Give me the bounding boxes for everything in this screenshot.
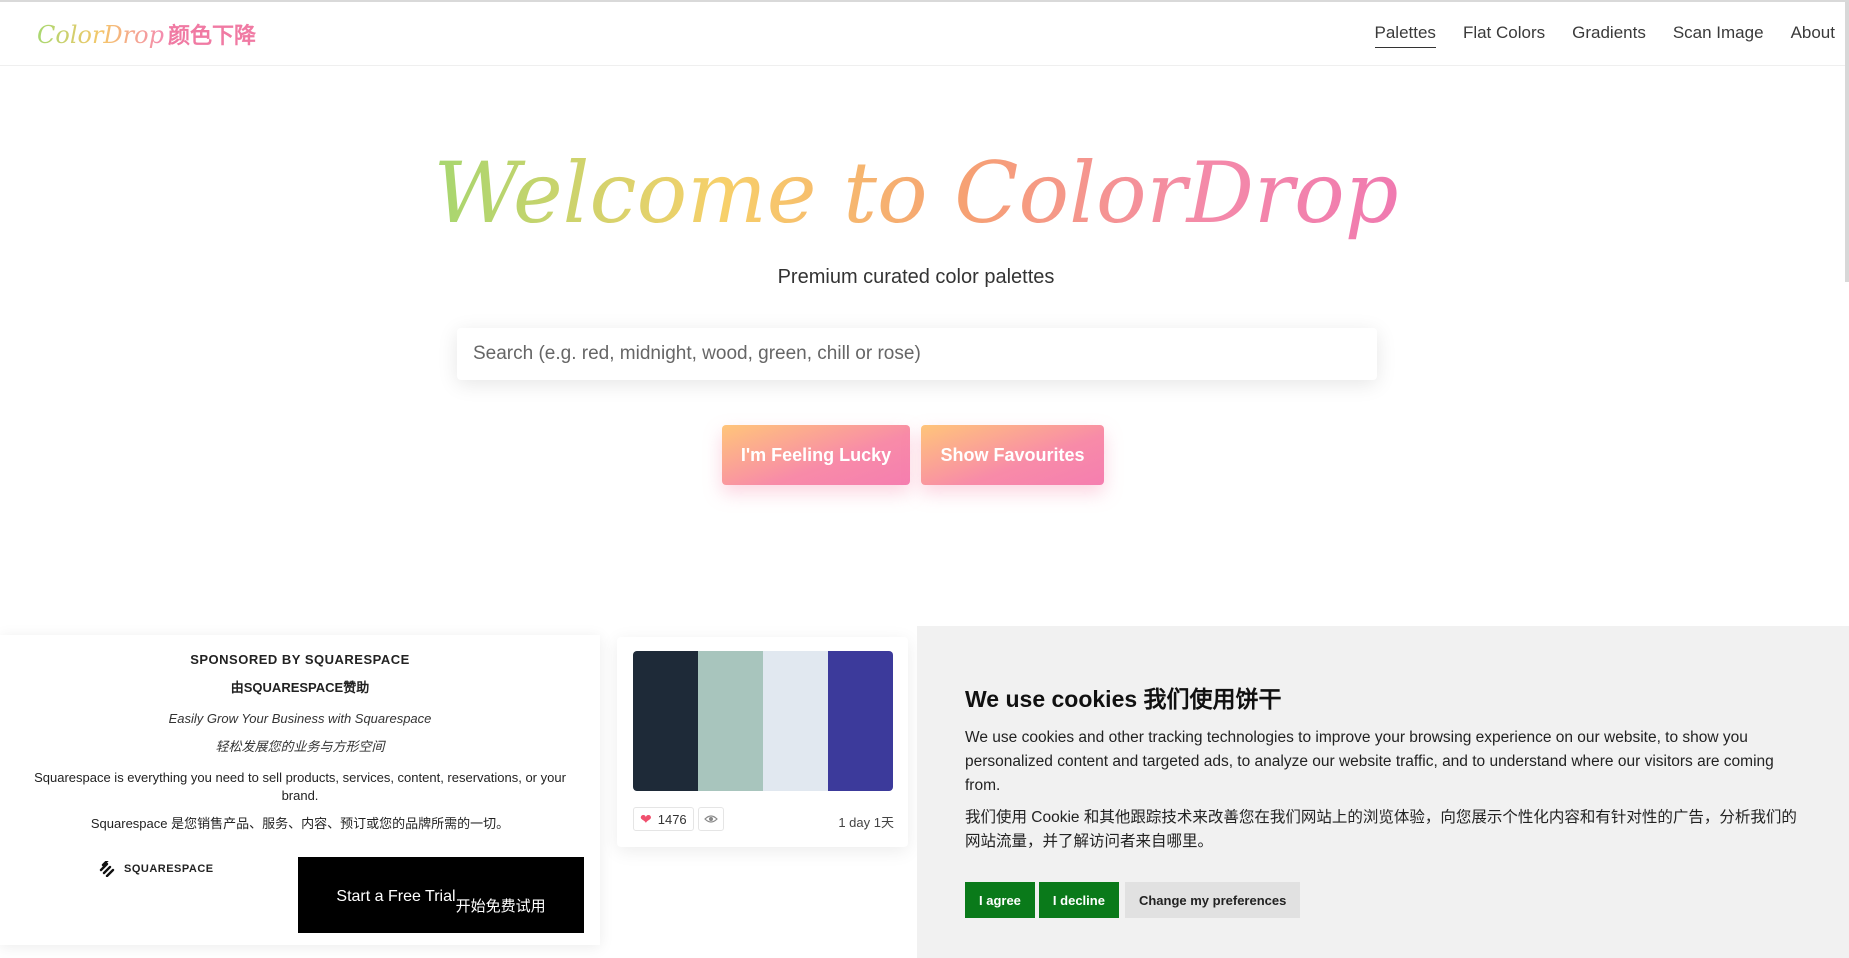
main-nav: Palettes Flat Colors Gradients Scan Imag… bbox=[1348, 23, 1835, 48]
nav-palettes[interactable]: Palettes bbox=[1374, 23, 1436, 48]
show-favourites-button[interactable]: Show Favourites bbox=[921, 425, 1104, 485]
color-swatch-4[interactable] bbox=[828, 651, 893, 791]
decline-button[interactable]: I decline bbox=[1038, 882, 1119, 918]
cookie-buttons: I agree I decline Change my preferences bbox=[965, 882, 1301, 918]
cta-label-cn: 开始免费试用 bbox=[455, 897, 546, 915]
cookie-consent-banner: We use cookies 我们使用饼干 We use cookies and… bbox=[917, 626, 1849, 958]
ad-sponsor-label-cn: 由SQUARESPACE赞助 bbox=[230, 680, 370, 695]
ad-tagline: Easily Grow Your Business with Squarespa… bbox=[168, 711, 432, 726]
ad-tagline-cn: 轻松发展您的业务与方形空间 bbox=[215, 739, 385, 754]
sponsored-ad: SPONSORED BY SQUARESPACE 由SQUARESPACE赞助 … bbox=[0, 635, 600, 945]
search-input[interactable] bbox=[457, 328, 1377, 380]
ad-description: Squarespace is everything you need to se… bbox=[34, 770, 566, 803]
ad-sponsor-label: SPONSORED BY SQUARESPACE bbox=[190, 652, 410, 667]
feeling-lucky-button[interactable]: I'm Feeling Lucky bbox=[722, 425, 910, 485]
palette-swatches[interactable] bbox=[633, 651, 893, 791]
color-swatch-1[interactable] bbox=[633, 651, 698, 791]
hero-title: Welcome to ColorDrop bbox=[433, 144, 1399, 242]
palette-card[interactable]: ❤ 1476 1 day 1天 bbox=[617, 637, 908, 847]
start-free-trial-button[interactable]: Start a Free Trial开始免费试用 bbox=[298, 857, 584, 933]
cookie-title: We use cookies 我们使用饼干 bbox=[965, 686, 1282, 712]
nav-about[interactable]: About bbox=[1791, 23, 1835, 48]
hero-subtitle: Premium curated color palettes bbox=[777, 266, 1055, 288]
top-navbar: ColorDrop 颜色下降 Palettes Flat Colors Gradi… bbox=[0, 0, 1849, 66]
heart-icon: ❤ bbox=[640, 810, 652, 827]
color-swatch-3[interactable] bbox=[763, 651, 828, 791]
logo-text: ColorDrop bbox=[37, 21, 164, 49]
palette-age: 1 day 1天 bbox=[838, 815, 894, 830]
eye-icon bbox=[704, 815, 718, 823]
cookie-text-cn: 我们使用 Cookie 和其他跟踪技术来改善您在我们网站上的浏览体验，向您展示个… bbox=[965, 809, 1797, 850]
ad-brand-name: SQUARESPACE bbox=[124, 863, 214, 875]
nav-scan-image[interactable]: Scan Image bbox=[1673, 23, 1764, 48]
color-swatch-2[interactable] bbox=[698, 651, 763, 791]
site-logo[interactable]: ColorDrop 颜色下降 bbox=[37, 18, 256, 50]
nav-flat-colors[interactable]: Flat Colors bbox=[1463, 23, 1545, 48]
squarespace-icon bbox=[99, 861, 115, 877]
cookie-text: We use cookies and other tracking techno… bbox=[965, 729, 1774, 794]
nav-gradients[interactable]: Gradients bbox=[1572, 23, 1646, 48]
change-preferences-button[interactable]: Change my preferences bbox=[1124, 882, 1301, 918]
logo-text-cn: 颜色下降 bbox=[167, 23, 256, 49]
like-count: 1476 bbox=[657, 811, 687, 827]
agree-button[interactable]: I agree bbox=[965, 882, 1035, 918]
squarespace-logo[interactable]: SQUARESPACE bbox=[98, 861, 214, 877]
ad-description-cn: Squarespace 是您销售产品、服务、内容、预订或您的品牌所需的一切。 bbox=[90, 816, 510, 831]
page-scrollbar[interactable] bbox=[1845, 2, 1849, 282]
cta-label: Start a Free Trial bbox=[336, 887, 456, 905]
like-button[interactable]: ❤ 1476 bbox=[633, 807, 694, 831]
view-button[interactable] bbox=[698, 807, 724, 831]
